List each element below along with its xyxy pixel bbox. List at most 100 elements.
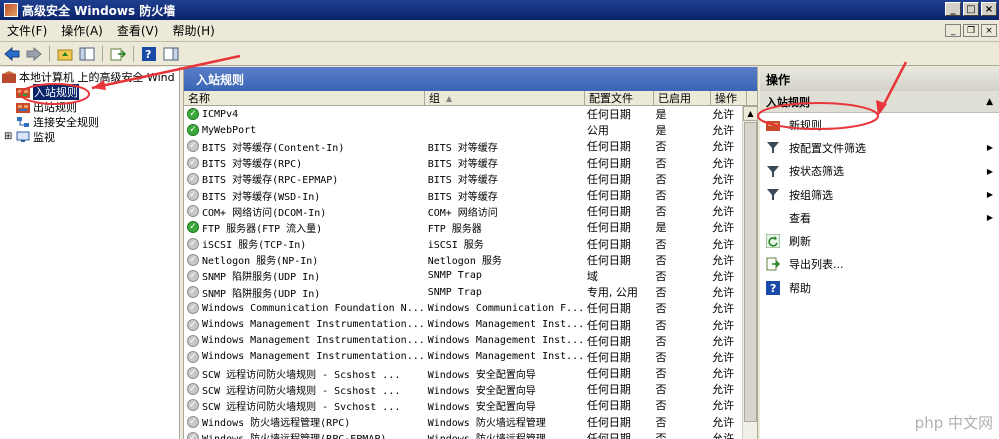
table-row[interactable]: ✓ MyWebPort 公用 是 允许 — [184, 122, 744, 138]
menu-view[interactable]: 查看(V) — [110, 22, 166, 39]
rule-name: BITS 对等缓存(RPC) — [202, 159, 303, 171]
forward-button[interactable] — [24, 45, 44, 63]
actions-section-header[interactable]: 入站规则 ▲ — [760, 91, 999, 113]
action-pane-button[interactable] — [161, 45, 181, 63]
rule-name: SNMP 陷阱服务(UDP In) — [202, 288, 321, 300]
maximize-button[interactable]: □ — [963, 2, 979, 16]
disabled-check-icon: ✓ — [187, 156, 199, 169]
rule-profile: 任何日期 — [586, 189, 631, 203]
rule-group: BITS 对等缓存 — [427, 175, 498, 187]
vertical-scrollbar[interactable]: ▲ — [742, 106, 757, 439]
table-row[interactable]: ✓ Windows Management Instrumentation... Wi… — [184, 349, 744, 365]
table-row[interactable]: ✓ SCW 远程访问防火墙规则 - Scshost ... Windows 安全配置… — [184, 381, 744, 397]
table-row[interactable]: ✓ SCW 远程访问防火墙规则 - Svchost ... Windows 安全配置… — [184, 397, 744, 413]
table-row[interactable]: ✓ BITS 对等缓存(RPC-EPMAP) BITS 对等缓存 任何日期否允许 — [184, 171, 744, 187]
table-row[interactable]: ✓ Windows Management Instrumentation... Wi… — [184, 316, 744, 332]
rule-profile: 任何日期 — [586, 383, 631, 397]
column-header-profile[interactable]: 配置文件 — [585, 91, 654, 105]
table-row[interactable]: ✓ Netlogon 服务(NP-In) Netlogon 服务 任何日期否允许 — [184, 252, 744, 268]
rule-name: SCW 远程访问防火墙规则 - Scshost ... — [202, 369, 401, 381]
rule-action: 允许 — [712, 269, 735, 283]
mdi-close-button[interactable]: × — [981, 24, 997, 37]
action-item[interactable]: 新规则... — [760, 113, 999, 136]
rule-name-cell: ✓ FTP 服务器(FTP 流入量) — [184, 220, 424, 235]
disabled-check-icon: ✓ — [187, 253, 199, 266]
table-row[interactable]: ✓ SCW 远程访问防火墙规则 - Scshost ... Windows 安全配置… — [184, 365, 744, 381]
column-headers: 名称 组 ▲ 配置文件 已启用 操作 — [184, 91, 757, 106]
table-row[interactable]: ✓ ICMPv4 任何日期 是 允许 — [184, 106, 744, 122]
action-item[interactable]: 导出列表... — [760, 253, 999, 276]
enabled-check-icon: ✓ — [187, 108, 199, 121]
rule-name-cell: ✓ SCW 远程访问防火墙规则 - Scshost ... — [184, 366, 424, 381]
table-row[interactable]: ✓ BITS 对等缓存(RPC) BITS 对等缓存 任何日期否允许 — [184, 155, 744, 171]
table-row[interactable]: ✓ COM+ 网络访问(DCOM-In) COM+ 网络访问 任何日期否允许 — [184, 203, 744, 219]
menu-help[interactable]: 帮助(H) — [165, 22, 221, 39]
action-item[interactable]: 按配置文件筛选 ▶ — [760, 136, 999, 159]
console-tree-icon — [79, 47, 95, 60]
rule-name: ICMPv4 — [202, 108, 239, 120]
column-header-action[interactable]: 操作 — [711, 91, 747, 105]
tree-item[interactable]: 入站规则 — [0, 83, 179, 100]
tree-item[interactable]: 本地计算机 上的高级安全 Wind — [0, 69, 179, 84]
up-level-button[interactable] — [55, 45, 75, 63]
rule-name-cell: ✓ BITS 对等缓存(WSD-In) — [184, 188, 424, 203]
rule-profile: 任何日期 — [586, 431, 631, 439]
disabled-check-icon: ✓ — [187, 318, 199, 331]
rule-name: BITS 对等缓存(Content-In) — [202, 142, 345, 154]
action-item[interactable]: 刷新 — [760, 229, 999, 252]
table-row[interactable]: ✓ Windows 防火墙远程管理(RPC) Windows 防火墙远程管理 任何日期… — [184, 414, 744, 430]
tree-item[interactable]: 连接安全规则 — [0, 114, 179, 129]
action-item[interactable]: 按组筛选 ▶ — [760, 183, 999, 206]
export-icon — [110, 48, 126, 60]
export-list-button[interactable] — [108, 45, 128, 63]
action-item-label: 按状态筛选 — [789, 165, 844, 179]
rule-action: 允许 — [712, 415, 735, 429]
column-header-group[interactable]: 组 ▲ — [425, 91, 585, 105]
action-item[interactable]: 按状态筛选 ▶ — [760, 160, 999, 183]
table-row[interactable]: ✓ SNMP 陷阱服务(UDP In) SNMP Trap 域否允许 — [184, 268, 744, 284]
tree-item[interactable]: ⊞ 监视 — [0, 129, 179, 144]
inbound-rules-icon — [16, 86, 30, 98]
rule-group: Windows Management Inst... — [427, 319, 583, 331]
table-row[interactable]: ✓ Windows Management Instrumentation... Wi… — [184, 333, 744, 349]
rule-name-cell: ✓ BITS 对等缓存(RPC) — [184, 155, 424, 170]
filter-icon — [766, 141, 780, 155]
toolbar-separator — [49, 45, 50, 62]
minimize-button[interactable]: _ — [945, 2, 961, 16]
menu-file[interactable]: 文件(F) — [0, 22, 54, 39]
disabled-check-icon: ✓ — [187, 302, 199, 315]
column-header-name[interactable]: 名称 — [184, 91, 425, 105]
back-button[interactable] — [2, 45, 22, 63]
scroll-thumb[interactable] — [744, 122, 757, 422]
scroll-up-icon[interactable]: ▲ — [743, 106, 757, 121]
rule-group: iSCSI 服务 — [427, 240, 484, 252]
mdi-restore-button[interactable]: ❐ — [963, 24, 979, 37]
column-header-enabled[interactable]: 已启用 — [654, 91, 711, 105]
table-row[interactable]: ✓Windows 防火墙远程管理(RPC-EPMAP)Windows 防火墙远程… — [184, 430, 744, 439]
disabled-check-icon: ✓ — [187, 269, 199, 282]
tree-item[interactable]: 出站规则 — [0, 99, 179, 114]
rule-enabled: 否 — [655, 189, 667, 203]
close-button[interactable]: × — [981, 2, 997, 16]
rule-enabled: 否 — [655, 383, 667, 397]
mdi-minimize-button[interactable]: _ — [945, 24, 961, 37]
rules-list-pane: 入站规则 名称 组 ▲ 配置文件 已启用 操作 ✓ ICMPv4 任何日期是允许 ✓ My… — [183, 67, 758, 439]
table-row[interactable]: ✓ iSCSI 服务(TCP-In) iSCSI 服务 任何日期否允许 — [184, 236, 744, 252]
table-row[interactable]: ✓ SNMP 陷阱服务(UDP In) SNMP Trap 专用, 公用否允许 — [184, 284, 744, 300]
action-item[interactable]: ? 帮助 — [760, 276, 999, 299]
action-item[interactable]: 查看 ▶ — [760, 206, 999, 229]
menu-action[interactable]: 操作(A) — [54, 22, 110, 39]
help-button[interactable]: ? — [139, 45, 159, 63]
sort-ascending-icon: ▲ — [446, 93, 453, 103]
table-row[interactable]: ✓ Windows Communication Foundation N... Wi… — [184, 300, 744, 316]
table-row[interactable]: ✓ FTP 服务器(FTP 流入量) FTP 服务器 任何日期是允许 — [184, 219, 744, 235]
rule-group: Windows 防火墙远程管理 — [427, 418, 546, 430]
table-row[interactable]: ✓ BITS 对等缓存(Content-In) BITS 对等缓存 任何日期否允许 — [184, 138, 744, 154]
rule-name: BITS 对等缓存(WSD-In) — [202, 191, 321, 203]
rule-profile: 任何日期 — [586, 415, 631, 429]
tree-expand-icon[interactable]: ⊞ — [4, 131, 14, 142]
window-title: 高级安全 Windows 防火墙 — [22, 3, 176, 18]
table-row[interactable]: ✓ BITS 对等缓存(WSD-In) BITS 对等缓存 任何日期否允许 — [184, 187, 744, 203]
window-controls: _ □ × — [945, 2, 997, 16]
show-hide-tree-button[interactable] — [77, 45, 97, 63]
